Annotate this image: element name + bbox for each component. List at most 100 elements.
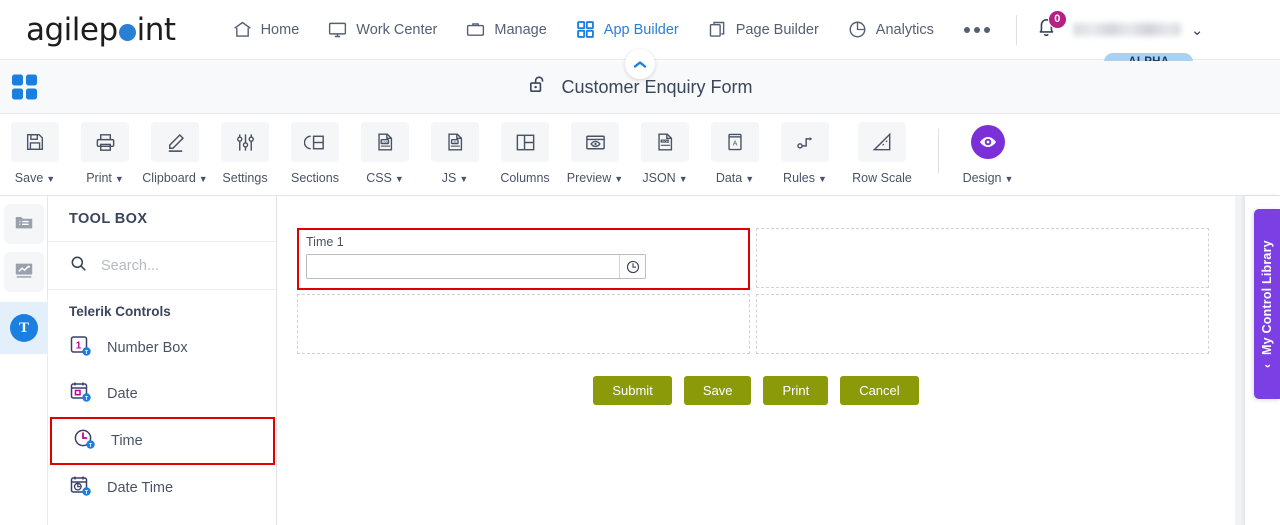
nav-label-manage: Manage xyxy=(494,21,547,38)
search-icon xyxy=(69,254,88,278)
chevron-down-icon: ▼ xyxy=(745,174,755,184)
toolbar-button-js[interactable]: JS JS ▼ xyxy=(420,114,490,185)
pie-chart-icon xyxy=(847,19,868,40)
form-cell-empty-2[interactable] xyxy=(297,294,750,354)
toolbar-label-js: JS xyxy=(441,171,457,185)
nav-item-work-center[interactable]: Work Center xyxy=(313,0,451,60)
more-icon[interactable] xyxy=(948,26,1006,33)
my-control-library-tab[interactable]: ‹ My Control Library xyxy=(1254,209,1280,399)
save-disk-icon xyxy=(11,122,59,162)
js-file-icon: JS xyxy=(431,122,479,162)
rail-item-analytics[interactable] xyxy=(3,252,44,292)
cancel-button[interactable]: Cancel xyxy=(840,376,919,405)
toolbar-label-css: CSS xyxy=(366,171,392,185)
logo-text-after: int xyxy=(136,11,176,48)
svg-text:CSS: CSS xyxy=(382,140,388,144)
toolbar-button-columns[interactable]: Columns xyxy=(490,114,560,185)
user-name-label xyxy=(1072,23,1181,36)
toolbar-button-data[interactable]: A Data ▼ xyxy=(700,114,770,185)
toolbox-header: TOOL BOX xyxy=(48,196,276,242)
monitor-icon xyxy=(327,19,348,40)
toolbar-button-design[interactable]: Design ▼ xyxy=(953,114,1023,185)
form-cell-empty-1[interactable] xyxy=(756,228,1209,288)
analytics-chart-icon xyxy=(13,259,35,286)
submit-button[interactable]: Submit xyxy=(593,376,672,405)
toolbar-label-print: Print xyxy=(86,171,112,185)
toolbox-item-date[interactable]: T Date xyxy=(48,371,276,417)
copy-icon xyxy=(707,19,728,40)
toolbar-button-json[interactable]: JSON JSON ▼ xyxy=(630,114,700,185)
eye-window-icon xyxy=(571,122,619,162)
pencil-icon xyxy=(151,122,199,162)
left-icon-rail: T xyxy=(0,196,48,525)
toolbar-divider xyxy=(938,128,939,173)
toolbox-item-label: Time xyxy=(111,433,143,449)
nav-label-home: Home xyxy=(260,21,300,38)
toolbox-item-date-time[interactable]: T Date Time xyxy=(48,465,276,511)
logo-text-before: agilep xyxy=(26,11,118,48)
form-row-1: Time 1 xyxy=(297,228,1217,290)
toolbar-button-row-scale[interactable]: Row Scale xyxy=(840,114,924,185)
toolbar-button-print[interactable]: Print ▼ xyxy=(70,114,140,185)
notifications-button[interactable]: 0 xyxy=(1033,9,1067,47)
toolbar-button-css[interactable]: CSS CSS ▼ xyxy=(350,114,420,185)
toolbar-button-rules[interactable]: Rules ▼ xyxy=(770,114,840,185)
chevron-down-icon: ▼ xyxy=(198,174,208,184)
save-button[interactable]: Save xyxy=(683,376,752,405)
form-cell-empty-3[interactable] xyxy=(756,294,1209,354)
toolbar-label-save: Save xyxy=(14,171,44,185)
nav-item-manage[interactable]: Manage xyxy=(451,0,560,60)
toolbar-label-rules: Rules xyxy=(783,171,816,185)
date-icon: T xyxy=(69,380,93,408)
toolbar-label-columns: Columns xyxy=(500,171,550,185)
number-box-icon: 1 T xyxy=(69,334,93,362)
agilepoint-logo[interactable]: agilep int xyxy=(26,12,176,48)
data-book-icon: A xyxy=(711,122,759,162)
svg-text:1: 1 xyxy=(76,341,82,352)
user-zone: 0 ⌄ ALPHA xyxy=(1033,9,1204,71)
toolbar-button-sections[interactable]: Sections xyxy=(280,114,350,185)
nav-item-home[interactable]: Home xyxy=(218,0,314,60)
print-button[interactable]: Print xyxy=(763,376,829,405)
form-action-buttons: Submit Save Print Cancel xyxy=(297,376,1217,405)
toolbox-group-label: Telerik Controls xyxy=(69,304,171,319)
ruler-icon xyxy=(858,122,906,162)
toolbox-item-time[interactable]: T Time xyxy=(50,417,275,465)
main-nav-items: Home Work Center Manage App Builder Page… xyxy=(218,0,1006,60)
rail-item-telerik[interactable]: T xyxy=(0,302,48,354)
notification-badge: 0 xyxy=(1047,9,1067,29)
telerik-t-icon: T xyxy=(10,314,38,342)
toolbar-label-preview: Preview xyxy=(566,171,612,185)
toolbar-button-save[interactable]: Save ▼ xyxy=(0,114,70,185)
rules-flow-icon xyxy=(781,122,829,162)
search-input[interactable] xyxy=(101,257,241,274)
toolbar-button-preview[interactable]: Preview ▼ xyxy=(560,114,630,185)
chevron-left-icon: ‹ xyxy=(1260,363,1274,368)
user-menu-chevron-down-icon[interactable]: ⌄ xyxy=(1191,21,1204,39)
toolbox-item-number-box[interactable]: 1 T Number Box xyxy=(48,325,276,371)
chevron-down-icon: ▼ xyxy=(114,174,124,184)
nav-item-analytics[interactable]: Analytics xyxy=(833,0,948,60)
nav-item-page-builder[interactable]: Page Builder xyxy=(693,0,833,60)
eye-icon xyxy=(971,125,1005,159)
folder-list-icon xyxy=(13,211,35,238)
rail-item-folder-list[interactable] xyxy=(3,204,44,244)
nav-label-app-builder: App Builder xyxy=(603,21,679,38)
collapse-toggle-button[interactable] xyxy=(625,49,655,79)
date-time-icon: T xyxy=(69,474,93,502)
css-file-icon: CSS xyxy=(361,122,409,162)
time-clock-icon: T xyxy=(73,427,97,455)
chevron-down-icon: ▼ xyxy=(46,174,56,184)
toolbar-label-clipboard: Clipboard xyxy=(142,171,196,185)
nav-item-app-builder[interactable]: App Builder xyxy=(561,0,693,60)
briefcase-icon xyxy=(465,19,486,40)
toolbar-button-clipboard[interactable]: Clipboard ▼ xyxy=(140,114,210,185)
form-canvas: Time 1 Submit Save Print Cancel xyxy=(278,196,1235,525)
apps-grid-icon[interactable] xyxy=(12,74,37,100)
svg-text:JS: JS xyxy=(453,140,457,144)
grid-icon xyxy=(575,19,596,40)
form-cell-time-field[interactable]: Time 1 xyxy=(297,228,750,290)
toolbar-button-settings[interactable]: Settings xyxy=(210,114,280,185)
chevron-down-icon: ▼ xyxy=(1004,174,1014,184)
toolbar-label-sections: Sections xyxy=(291,171,339,185)
